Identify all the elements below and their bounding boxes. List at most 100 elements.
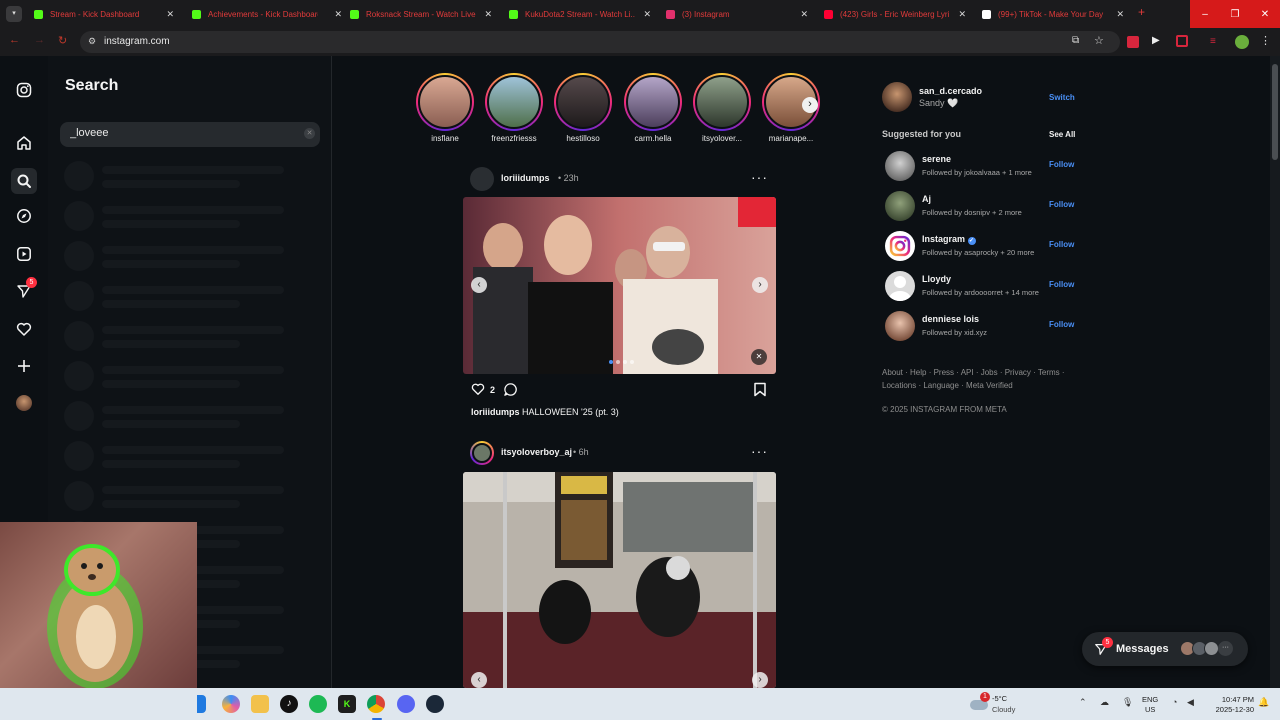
kick-app-icon[interactable]: K xyxy=(338,695,356,713)
media-play-icon[interactable]: ▶ xyxy=(1152,35,1160,46)
suggested-user-name[interactable]: Lloydy xyxy=(922,274,951,284)
carousel-prev-button[interactable]: ‹ xyxy=(471,672,487,688)
volume-icon[interactable]: ◀ xyxy=(1187,697,1194,708)
file-explorer-icon[interactable] xyxy=(251,695,269,713)
profile-avatar-icon[interactable] xyxy=(1235,35,1249,49)
post-author-avatar[interactable] xyxy=(470,441,494,465)
clear-search-icon[interactable]: ✕ xyxy=(304,128,315,139)
suggested-user-avatar[interactable] xyxy=(885,151,915,181)
maximize-icon[interactable]: ❐ xyxy=(1220,0,1250,28)
suggested-user-avatar[interactable] xyxy=(885,271,915,301)
notifications-icon[interactable] xyxy=(12,317,36,341)
microphone-icon[interactable]: 🎙 xyxy=(1122,697,1133,708)
profile-avatar[interactable] xyxy=(12,391,36,415)
suggested-user-avatar[interactable] xyxy=(885,311,915,341)
search-box[interactable]: ✕ xyxy=(60,122,320,147)
footer-links-line[interactable]: About · Help · Press · API · Jobs · Priv… xyxy=(882,368,1072,377)
copilot-icon[interactable] xyxy=(222,695,240,713)
suggested-user-name[interactable]: Instagram ✓ xyxy=(922,234,976,245)
reels-icon[interactable] xyxy=(12,242,36,266)
back-icon[interactable]: ← xyxy=(9,34,20,46)
suggested-user-name[interactable]: denniese lois xyxy=(922,314,979,324)
carousel-next-button[interactable]: › xyxy=(752,672,768,688)
story-item[interactable]: freenzfriesss xyxy=(485,73,543,143)
more-options-icon[interactable]: ··· xyxy=(751,169,768,185)
more-options-icon[interactable]: ··· xyxy=(751,443,768,459)
tiktok-icon[interactable]: ♪ xyxy=(280,695,298,713)
language-top[interactable]: ENG xyxy=(1142,695,1158,704)
suggested-user-avatar[interactable] xyxy=(885,191,915,221)
reload-icon[interactable]: ↻ xyxy=(58,34,67,47)
onedrive-icon[interactable]: ☁ xyxy=(1100,697,1109,708)
comment-icon[interactable] xyxy=(503,382,518,397)
steam-icon[interactable] xyxy=(426,695,444,713)
tray-overflow-icon[interactable]: ⌃ xyxy=(1079,697,1087,708)
home-icon[interactable] xyxy=(12,131,36,155)
new-tab-icon[interactable]: + xyxy=(1138,5,1145,19)
instagram-logo-icon[interactable] xyxy=(12,78,36,102)
close-icon[interactable]: ✕ xyxy=(166,9,174,20)
explore-icon[interactable] xyxy=(12,204,36,228)
messages-button[interactable]: 5 Messages ··· xyxy=(1082,632,1248,666)
follow-button[interactable]: Follow xyxy=(1049,320,1074,329)
bookmark-star-icon[interactable]: ☆ xyxy=(1094,34,1104,47)
scrollbar-thumb[interactable] xyxy=(1272,64,1278,160)
story-item[interactable]: carm.hella xyxy=(624,73,682,143)
close-icon[interactable]: ✕ xyxy=(958,9,966,20)
close-icon[interactable]: ✕ xyxy=(643,9,651,20)
footer-links-line[interactable]: Locations · Language · Meta Verified xyxy=(882,381,1072,390)
follow-button[interactable]: Follow xyxy=(1049,240,1074,249)
suggested-user-name[interactable]: serene xyxy=(922,154,951,164)
search-input[interactable] xyxy=(70,127,300,139)
tab-kick-dashboard[interactable]: Stream - Kick Dashboard ✕ xyxy=(34,4,174,24)
clock-time[interactable]: 10:47 PM xyxy=(1208,695,1254,704)
discord-icon[interactable] xyxy=(397,695,415,713)
follow-button[interactable]: Follow xyxy=(1049,280,1074,289)
notification-bell-icon[interactable]: 🔔 xyxy=(1258,697,1269,708)
extensions-puzzle-icon[interactable] xyxy=(1176,35,1188,47)
install-app-icon[interactable]: ⧉ xyxy=(1072,35,1079,46)
weather-widget[interactable]: 1 xyxy=(970,692,990,714)
suggested-user-name[interactable]: Aj xyxy=(922,194,931,204)
tab-tiktok[interactable]: (99+) TikTok - Make Your Day ✕ xyxy=(982,4,1124,24)
account-username[interactable]: san_d.cercado xyxy=(919,86,982,96)
see-all-link[interactable]: See All xyxy=(1049,130,1075,139)
forward-icon[interactable]: → xyxy=(34,34,45,46)
post-media[interactable]: ‹ › xyxy=(463,472,776,688)
story-item[interactable]: insflane xyxy=(416,73,474,143)
follow-button[interactable]: Follow xyxy=(1049,160,1074,169)
carousel-prev-button[interactable]: ‹ xyxy=(471,277,487,293)
extension-icon[interactable] xyxy=(1127,36,1139,48)
close-window-icon[interactable]: ✕ xyxy=(1250,0,1280,28)
more-menu-icon[interactable]: ⋮ xyxy=(1260,34,1271,47)
save-icon[interactable] xyxy=(753,382,767,397)
site-info-icon[interactable]: ⚙ xyxy=(88,36,96,47)
switch-account-link[interactable]: Switch xyxy=(1049,93,1075,102)
carousel-next-button[interactable]: › xyxy=(752,277,768,293)
create-icon[interactable] xyxy=(12,354,36,378)
post-username[interactable]: itsyoloverboy_aj xyxy=(501,447,572,457)
follow-button[interactable]: Follow xyxy=(1049,200,1074,209)
like-icon[interactable] xyxy=(471,382,485,396)
chrome-icon[interactable] xyxy=(367,695,385,713)
post-username[interactable]: loriiidumps xyxy=(501,173,550,183)
edge-icon[interactable] xyxy=(197,695,206,713)
wifi-icon[interactable]: ◔ xyxy=(1172,697,1177,707)
messages-nav-icon[interactable]: 5 xyxy=(12,277,37,303)
tab-kick-achievements[interactable]: Achievements - Kick Dashboard ✕ xyxy=(192,4,342,24)
tab-instagram[interactable]: (3) Instagram ✕ xyxy=(666,4,808,24)
close-icon[interactable]: ✕ xyxy=(484,9,492,20)
minimize-icon[interactable]: – xyxy=(1190,0,1220,28)
address-bar[interactable]: ⚙ instagram.com ⧉ ☆ xyxy=(80,31,1120,53)
clock-date[interactable]: 2025-12-30 xyxy=(1206,705,1254,714)
caption-username[interactable]: loriiidumps xyxy=(471,407,520,417)
post-author-avatar[interactable] xyxy=(470,167,494,191)
menu-lines-icon[interactable]: ≡ xyxy=(1210,36,1216,47)
page-scrollbar[interactable] xyxy=(1270,56,1280,688)
suggested-user-avatar[interactable] xyxy=(885,231,915,261)
search-icon[interactable] xyxy=(11,168,37,194)
story-item[interactable]: hestilloso xyxy=(554,73,612,143)
close-icon[interactable]: ✕ xyxy=(1116,9,1124,20)
spotify-icon[interactable] xyxy=(309,695,327,713)
story-item[interactable]: itsyolover... xyxy=(693,73,751,143)
